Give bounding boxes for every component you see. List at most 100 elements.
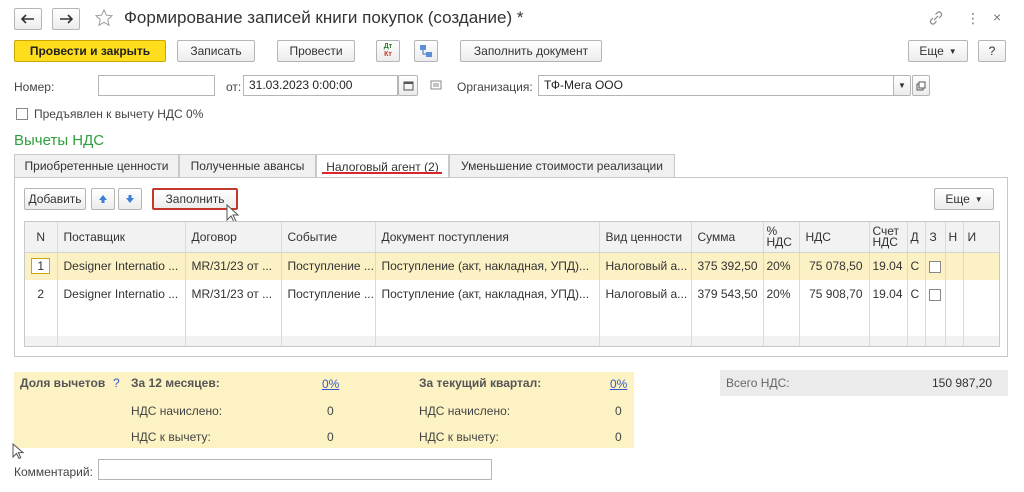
total-vat-value: 150 987,20 [932,376,993,390]
cell-sum[interactable]: 379 543,50 [691,280,764,308]
more-button[interactable]: Еще ▼ [908,40,968,62]
move-down-button[interactable] [118,188,142,210]
tab-received-advances[interactable]: Полученные авансы [179,154,316,177]
table-totals-row: 754 936,00 150 987,20 [25,336,999,346]
cell-vat-account[interactable]: 19.04 [869,252,908,280]
table-header-row: N Поставщик Договор Событие Документ пос… [25,222,999,253]
calendar-icon [403,81,413,91]
dropdown-arrow-icon: ▼ [948,46,957,56]
cell-vat-pct[interactable]: 20% [763,252,800,280]
col-n2[interactable]: Н [945,222,964,253]
months12-pct-link[interactable]: 0% [322,377,339,391]
move-up-button[interactable] [91,188,115,210]
quarter-pct-link[interactable]: 0% [610,377,627,391]
total-sum: 754 936,00 [691,336,764,346]
dropdown-arrow-icon: ▼ [974,194,983,204]
cell-document[interactable]: Поступление (акт, накладная, УПД)... [375,280,600,308]
col-contract[interactable]: Договор [185,222,282,253]
col-n[interactable]: N [25,222,58,253]
organization-dropdown[interactable]: ▼ [893,75,911,96]
cell-vat-account[interactable]: 19.04 [869,280,908,308]
q-vat-accrued-label: НДС начислено: [419,404,511,418]
col-vat-pct[interactable]: % НДС [763,222,800,253]
row-checkbox[interactable] [928,288,941,301]
cell-vat[interactable]: 75 908,70 [799,280,870,308]
table-more-button[interactable]: Еще ▼ [934,188,994,210]
cell-value-kind[interactable]: Налоговый а... [599,280,692,308]
col-i[interactable]: И [963,222,999,253]
col-document[interactable]: Документ поступления [375,222,600,253]
favorite-star-icon[interactable] [94,8,114,31]
arrow-up-icon [99,195,107,203]
cell-sum[interactable]: 375 392,50 [691,252,764,280]
col-d[interactable]: Д [907,222,926,253]
col-sum[interactable]: Сумма [691,222,764,253]
table-empty-row [25,308,999,336]
deduction-help-icon[interactable]: ? [113,376,120,390]
m12-vat-accrued-label: НДС начислено: [131,404,223,418]
arrow-right-icon [60,14,73,24]
number-input[interactable] [98,75,215,96]
date-input[interactable]: 31.03.2023 0:00:00 [243,75,398,96]
quarter-label: За текущий квартал: [419,376,542,390]
help-button[interactable]: ? [978,40,1006,62]
cell-event[interactable]: Поступление ... [281,280,376,308]
table-row[interactable]: 1 Designer Internatio ... MR/31/23 от ..… [25,252,999,280]
col-supplier[interactable]: Поставщик [57,222,186,253]
row-number: 1 [31,258,51,275]
organization-input[interactable]: ТФ-Мега ООО [538,75,894,96]
cell-vat[interactable]: 75 078,50 [799,252,870,280]
save-button[interactable]: Записать [177,40,255,62]
organization-label: Организация: [457,80,533,94]
forward-button[interactable] [52,8,80,30]
back-button[interactable] [14,8,42,30]
dt-kt-icon: Дт Кт [383,43,393,58]
link-icon[interactable] [928,10,944,29]
document-history-icon[interactable] [430,79,442,94]
tab-acquired-values[interactable]: Приобретенные ценности [14,154,179,177]
more-vertical-icon[interactable]: ⋮ [966,10,980,27]
cell-supplier[interactable]: Designer Internatio ... [57,252,186,280]
window-title: Формирование записей книги покупок (созд… [124,8,524,27]
table-row[interactable]: 2 Designer Internatio ... MR/31/23 от ..… [25,280,999,308]
cell-vat-pct[interactable]: 20% [763,280,800,308]
cell-document[interactable]: Поступление (акт, накладная, УПД)... [375,252,600,280]
q-vat-deduct-value: 0 [615,430,622,444]
tab-cost-reduction[interactable]: Уменьшение стоимости реализации [449,154,675,177]
structure-button[interactable] [414,40,438,62]
col-value-kind[interactable]: Вид ценности [599,222,692,253]
post-and-close-button[interactable]: Провести и закрыть [14,40,166,62]
records-table: N Поставщик Договор Событие Документ пос… [24,221,1000,347]
col-z[interactable]: З [925,222,946,253]
add-button[interactable]: Добавить [24,188,86,210]
row-checkbox[interactable] [928,261,941,274]
col-vat[interactable]: НДС [799,222,870,253]
cell-supplier[interactable]: Designer Internatio ... [57,280,186,308]
col-event[interactable]: Событие [281,222,376,253]
post-button[interactable]: Провести [277,40,355,62]
arrow-down-icon [126,195,134,203]
months12-label: За 12 месяцев: [131,376,220,390]
cell-d[interactable]: С [907,252,926,280]
cell-contract[interactable]: MR/31/23 от ... [185,280,282,308]
comment-input[interactable] [98,459,492,480]
tab-tax-agent[interactable]: Налоговый агент (2) [316,154,449,178]
m12-vat-deduct-value: 0 [327,430,334,444]
col-vat-account[interactable]: Счет НДС [869,222,908,253]
total-vat: 150 987,20 [799,336,870,346]
cell-value-kind[interactable]: Налоговый а... [599,252,692,280]
section-title: Вычеты НДС [14,132,105,149]
comment-label: Комментарий: [14,465,93,479]
fill-document-button[interactable]: Заполнить документ [460,40,602,62]
vat0-checkbox[interactable] [16,108,28,120]
dt-kt-button[interactable]: Дт Кт [376,40,400,62]
calendar-button[interactable] [398,75,418,96]
close-icon[interactable]: × [993,9,1001,25]
arrow-left-icon [21,14,34,24]
cell-event[interactable]: Поступление ... [281,252,376,280]
cell-contract[interactable]: MR/31/23 от ... [185,252,282,280]
organization-open-button[interactable] [912,75,930,96]
cell-d[interactable]: С [907,280,926,308]
m12-vat-accrued-value: 0 [327,404,334,418]
vat0-label: Предъявлен к вычету НДС 0% [34,107,204,121]
